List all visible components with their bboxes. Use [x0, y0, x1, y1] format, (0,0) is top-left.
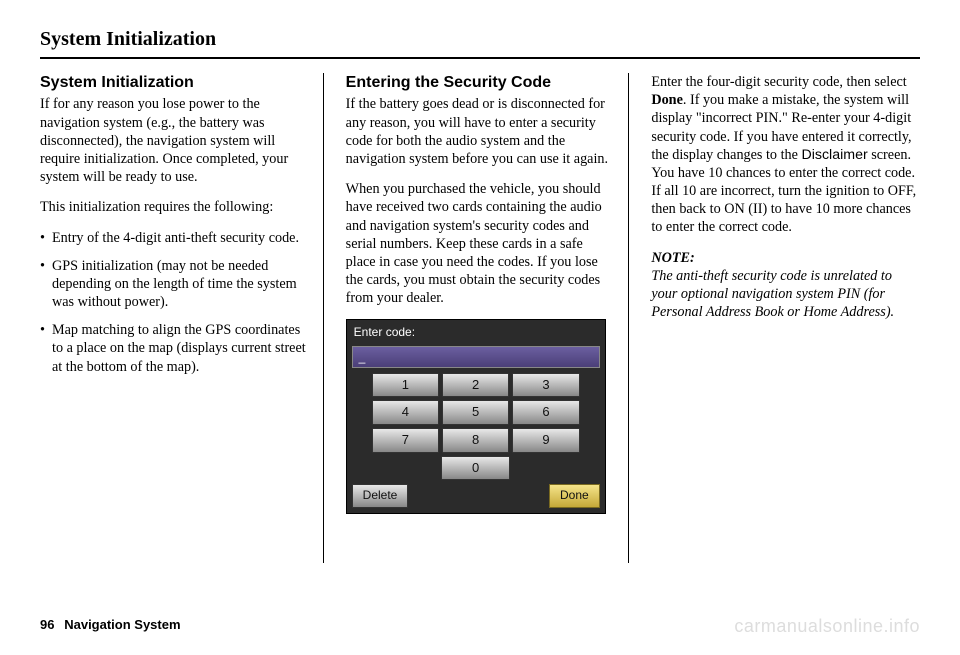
col1-para-2: This initialization requires the followi… — [40, 198, 309, 216]
column-1: System Initialization If for any reason … — [40, 73, 324, 563]
col1-bullet-list: Entry of the 4-digit anti-theft security… — [40, 229, 309, 376]
key-7[interactable]: 7 — [372, 428, 439, 453]
zero-row: 0 — [350, 456, 602, 481]
done-button[interactable]: Done — [549, 484, 600, 507]
key-8[interactable]: 8 — [442, 428, 509, 453]
column-2: Entering the Security Code If the batter… — [346, 73, 630, 563]
security-code-keypad: Enter code: _ 1 2 3 4 5 6 7 8 9 0 Delete… — [346, 319, 606, 513]
col2-para-1: If the battery goes dead or is disconnec… — [346, 95, 615, 168]
delete-button[interactable]: Delete — [352, 484, 409, 507]
key-0[interactable]: 0 — [441, 456, 510, 481]
content-columns: System Initialization If for any reason … — [40, 73, 920, 563]
column-3: Enter the four-digit security code, then… — [651, 73, 920, 563]
note-label: NOTE: — [651, 250, 694, 266]
keypad-title: Enter code: — [350, 323, 602, 343]
key-2[interactable]: 2 — [442, 373, 509, 398]
list-item: GPS initialization (may not be needed de… — [40, 257, 309, 312]
text-run: Enter the four-digit security code, then… — [651, 74, 906, 90]
note-block: NOTE: The anti-theft security code is un… — [651, 249, 920, 322]
key-4[interactable]: 4 — [372, 400, 439, 425]
col2-para-2: When you purchased the vehicle, you shou… — [346, 180, 615, 307]
keypad-actions: Delete Done — [350, 484, 602, 509]
list-item: Map matching to align the GPS coordinate… — [40, 321, 309, 376]
numeric-key-grid: 1 2 3 4 5 6 7 8 9 — [350, 373, 602, 453]
col1-heading: System Initialization — [40, 73, 309, 93]
col1-para-1: If for any reason you lose power to the … — [40, 95, 309, 186]
col3-para-1: Enter the four-digit security code, then… — [651, 73, 920, 237]
key-1[interactable]: 1 — [372, 373, 439, 398]
key-6[interactable]: 6 — [512, 400, 579, 425]
list-item: Entry of the 4-digit anti-theft security… — [40, 229, 309, 247]
note-text: The anti-theft security code is unrelate… — [651, 268, 894, 320]
done-text: Done — [651, 92, 683, 108]
key-9[interactable]: 9 — [512, 428, 579, 453]
footer-section: Navigation System — [64, 617, 180, 632]
col2-heading: Entering the Security Code — [346, 73, 615, 93]
page-footer: 96 Navigation System — [40, 617, 181, 633]
key-3[interactable]: 3 — [512, 373, 579, 398]
disclaimer-text: Disclaimer — [801, 147, 867, 163]
page-number: 96 — [40, 617, 54, 632]
watermark: carmanualsonline.info — [734, 616, 920, 637]
key-5[interactable]: 5 — [442, 400, 509, 425]
page-title: System Initialization — [40, 28, 920, 59]
code-entry-field[interactable]: _ — [352, 346, 600, 368]
